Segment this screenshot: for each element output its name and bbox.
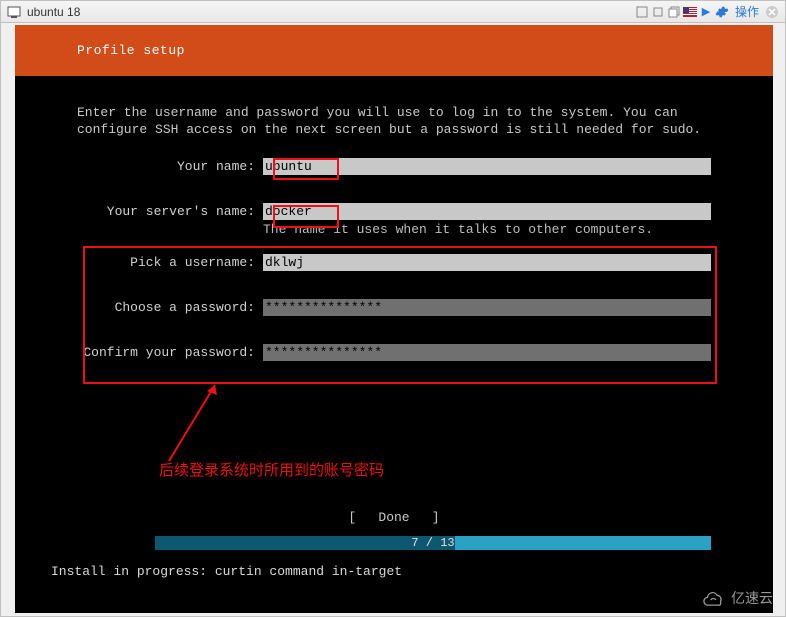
your-name-input[interactable]: ubuntu (263, 158, 711, 175)
bracket-right: ] (424, 510, 440, 525)
window-square-icon[interactable] (651, 5, 665, 19)
instructions-text: Enter the username and password you will… (77, 104, 711, 138)
server-name-input[interactable]: docker (263, 203, 711, 220)
server-label: Your server's name: (77, 203, 263, 238)
vm-window: ubuntu 18 ▶ 操作 Profile setup Enter the u… (0, 0, 786, 617)
action-menu[interactable]: 操作 (735, 3, 759, 20)
titlebar-controls: ▶ 操作 (635, 3, 779, 20)
progress-text: 7 / 13 (155, 536, 711, 550)
bracket-left: [ (348, 510, 364, 525)
cloud-icon (701, 588, 727, 608)
password-label: Choose a password: (77, 299, 263, 316)
username-input[interactable]: dklwj (263, 254, 711, 271)
confirm-label: Confirm your password: (77, 344, 263, 361)
watermark: 亿速云 (701, 588, 773, 608)
titlebar: ubuntu 18 ▶ 操作 (1, 1, 785, 23)
username-label: Pick a username: (77, 254, 263, 271)
windows-icon[interactable] (667, 5, 681, 19)
server-hint: The name it uses when it talks to other … (263, 221, 711, 238)
installer-header: Profile setup (15, 25, 773, 76)
page-title: Profile setup (77, 43, 185, 58)
close-icon[interactable] (765, 5, 779, 19)
installer-screen: Profile setup Enter the username and pas… (15, 25, 773, 613)
gear-icon[interactable] (715, 5, 729, 19)
confirm-password-input[interactable]: *************** (263, 344, 711, 361)
flag-icon[interactable] (683, 5, 697, 19)
detach-icon[interactable] (635, 5, 649, 19)
done-label: Done (364, 509, 424, 526)
send-key-icon[interactable]: ▶ (699, 5, 713, 19)
name-label: Your name: (77, 158, 263, 175)
status-line: Install in progress: curtin command in-t… (15, 550, 773, 579)
progress-bar: 7 / 13 (155, 536, 711, 550)
done-button[interactable]: [ Done ] (77, 509, 711, 526)
password-input[interactable]: *************** (263, 299, 711, 316)
vm-icon (7, 5, 21, 19)
watermark-text: 亿速云 (731, 588, 773, 608)
window-title: ubuntu 18 (27, 5, 80, 19)
installer-body: Enter the username and password you will… (15, 76, 773, 526)
